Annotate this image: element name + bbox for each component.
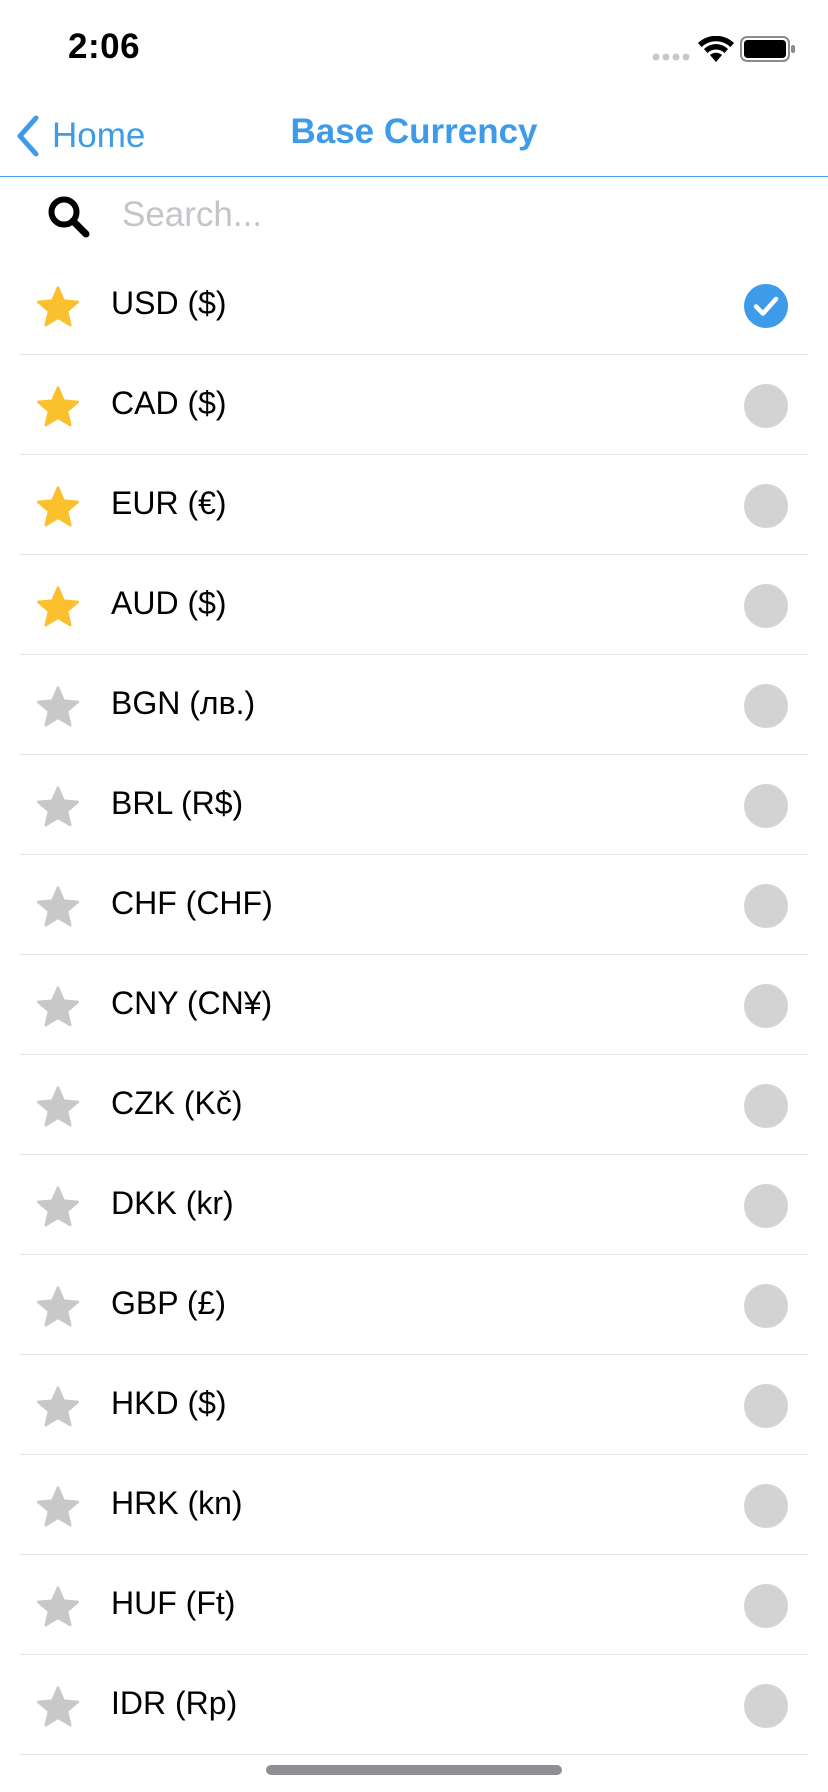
star-icon[interactable]: [35, 885, 81, 929]
star-icon[interactable]: [35, 1285, 81, 1329]
currency-row[interactable]: HKD ($): [0, 1355, 828, 1455]
star-icon[interactable]: [35, 985, 81, 1029]
star-icon[interactable]: [35, 1685, 81, 1729]
unselected-circle-icon[interactable]: [744, 1184, 788, 1228]
currency-label: USD ($): [111, 285, 227, 321]
star-filled-icon[interactable]: [35, 285, 81, 329]
unselected-circle-icon[interactable]: [744, 884, 788, 928]
star-icon[interactable]: [35, 1385, 81, 1429]
star-icon[interactable]: [35, 1485, 81, 1529]
search-icon: [48, 196, 90, 238]
unselected-circle-icon[interactable]: [744, 1084, 788, 1128]
currency-label: CZK (Kč): [111, 1085, 243, 1121]
star-filled-icon[interactable]: [35, 385, 81, 429]
unselected-circle-icon[interactable]: [744, 784, 788, 828]
currency-row[interactable]: BGN (лв.): [0, 655, 828, 755]
star-filled-icon[interactable]: [35, 485, 81, 529]
unselected-circle-icon[interactable]: [744, 684, 788, 728]
unselected-circle-icon[interactable]: [744, 1584, 788, 1628]
currency-label: HUF (Ft): [111, 1585, 236, 1621]
currency-label: CAD ($): [111, 385, 227, 421]
unselected-circle-icon[interactable]: [744, 1484, 788, 1528]
currency-label: HKD ($): [111, 1385, 227, 1421]
signal-dots-icon: [652, 53, 690, 61]
selected-check-icon[interactable]: [744, 284, 788, 328]
search-input[interactable]: [122, 186, 782, 244]
currency-row[interactable]: AUD ($): [0, 555, 828, 655]
unselected-circle-icon[interactable]: [744, 984, 788, 1028]
battery-icon: [740, 36, 795, 62]
home-indicator: [266, 1765, 562, 1775]
star-filled-icon[interactable]: [35, 585, 81, 629]
currency-row[interactable]: BRL (R$): [0, 755, 828, 855]
currency-row[interactable]: EUR (€): [0, 455, 828, 555]
currency-row[interactable]: HUF (Ft): [0, 1555, 828, 1655]
unselected-circle-icon[interactable]: [744, 1684, 788, 1728]
currency-row[interactable]: CAD ($): [0, 355, 828, 455]
currency-row[interactable]: USD ($): [0, 255, 828, 355]
currency-label: CNY (CN¥): [111, 985, 273, 1021]
wifi-icon: [698, 36, 734, 62]
star-icon[interactable]: [35, 685, 81, 729]
currency-label: CHF (CHF): [111, 885, 273, 921]
base-currency-screen: 2:06 Home Base Currency Search... USD ($…: [0, 0, 828, 1792]
checkmark-icon: [753, 296, 779, 316]
unselected-circle-icon[interactable]: [744, 1284, 788, 1328]
status-time: 2:06: [68, 27, 141, 66]
page-title: Base Currency: [290, 112, 538, 151]
unselected-circle-icon[interactable]: [744, 484, 788, 528]
currency-list: USD ($) CAD ($) EUR (€) AUD ($) BGN (лв.) BRL…: [0, 255, 828, 1755]
currency-label: EUR (€): [111, 485, 227, 521]
currency-row[interactable]: GBP (£): [0, 1255, 828, 1355]
currency-row[interactable]: DKK (kr): [0, 1155, 828, 1255]
star-icon[interactable]: [35, 1185, 81, 1229]
star-icon[interactable]: [35, 1585, 81, 1629]
star-icon[interactable]: [35, 1085, 81, 1129]
currency-row[interactable]: CHF (CHF): [0, 855, 828, 955]
currency-label: AUD ($): [111, 585, 227, 621]
status-bar: 2:06: [0, 0, 828, 96]
currency-label: BRL (R$): [111, 785, 244, 821]
currency-label: GBP (£): [111, 1285, 226, 1321]
currency-row[interactable]: IDR (Rp): [0, 1655, 828, 1755]
search-bar: [0, 178, 828, 250]
unselected-circle-icon[interactable]: [744, 584, 788, 628]
currency-label: DKK (kr): [111, 1185, 234, 1221]
currency-label: HRK (kn): [111, 1485, 243, 1521]
unselected-circle-icon[interactable]: [744, 384, 788, 428]
currency-row[interactable]: HRK (kn): [0, 1455, 828, 1555]
row-divider: [20, 1753, 808, 1755]
unselected-circle-icon[interactable]: [744, 1384, 788, 1428]
star-icon[interactable]: [35, 785, 81, 829]
currency-row[interactable]: CNY (CN¥): [0, 955, 828, 1055]
navigation-bar: Home Base Currency: [0, 96, 828, 177]
currency-label: IDR (Rp): [111, 1685, 238, 1721]
currency-label: BGN (лв.): [111, 685, 256, 721]
currency-row[interactable]: CZK (Kč): [0, 1055, 828, 1155]
